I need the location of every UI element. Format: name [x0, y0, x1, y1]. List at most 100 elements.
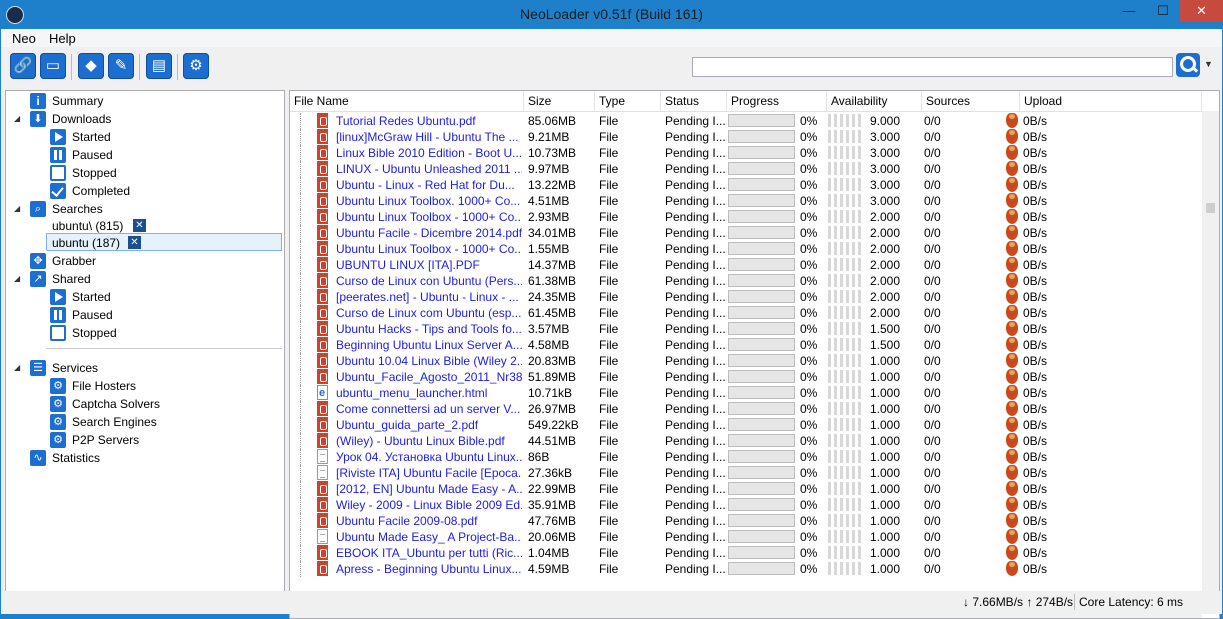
availability-bar — [846, 130, 849, 143]
table-row[interactable]: Ubuntu Made Easy_ A Project-Ba... 20.06MB… — [290, 529, 1202, 545]
tree-item-shared[interactable]: ◢ ↗ Shared — [6, 270, 282, 288]
tree-item-shared-stopped[interactable]: Stopped — [6, 324, 282, 342]
maximize-button[interactable]: ☐ — [1146, 0, 1180, 22]
search-dropdown-icon[interactable]: ▼ — [1204, 59, 1213, 69]
broom-icon[interactable]: ✎ — [108, 53, 134, 79]
table-row[interactable]: Come connettersi ad un server V... 26.97M… — [290, 401, 1202, 417]
availability-bar — [828, 418, 831, 431]
collapse-icon[interactable]: ◢ — [14, 270, 24, 288]
collapse-icon[interactable]: ◢ — [14, 200, 24, 218]
scroll-thumb[interactable] — [1206, 203, 1215, 213]
column-header-file-name[interactable]: File Name — [290, 91, 524, 111]
table-row[interactable]: Ubuntu_guida_parte_2.pdf 549.22kB File Pend… — [290, 417, 1202, 433]
table-row[interactable]: ubuntu_menu_launcher.html 10.71kB File Pend… — [290, 385, 1202, 401]
table-row[interactable]: Ubuntu Facile 2009-08.pdf 47.76MB File Pend… — [290, 513, 1202, 529]
table-row[interactable]: Curso de Linux con Ubuntu (Pers... 61.38M… — [290, 273, 1202, 289]
tree-item-captcha-solvers[interactable]: ⚙ Captcha Solvers — [6, 395, 282, 413]
table-row[interactable]: Wiley - 2009 - Linux Bible 2009 Ed... 35.… — [290, 497, 1202, 513]
table-row[interactable]: Linux Bible 2010 Edition - Boot U... 10.7… — [290, 145, 1202, 161]
window-icon[interactable]: ▭ — [40, 53, 66, 79]
tree-item-searches[interactable]: ◢ ⌕ Searches — [6, 200, 282, 218]
table-row[interactable]: Ubuntu Linux Toolbox. 1000+ Co... 4.51MB F… — [290, 193, 1202, 209]
dropbox-icon[interactable]: ◆ — [78, 53, 104, 79]
table-row[interactable]: Apress - Beginning Ubuntu Linux... 4.59MB… — [290, 561, 1202, 577]
progress-cell — [728, 305, 796, 321]
table-row[interactable]: Ubuntu_Facile_Agosto_2011_Nr38... 51.89MB… — [290, 369, 1202, 385]
browser-icon[interactable]: ▤ — [146, 53, 172, 79]
table-row[interactable]: EBOOK ITA_Ubuntu per tutti (Ric... 1.04MB… — [290, 545, 1202, 561]
close-icon[interactable]: ✕ — [133, 219, 146, 232]
table-row[interactable]: LINUX - Ubuntu Unleashed 2011 ... 9.97MB F… — [290, 161, 1202, 177]
table-row[interactable]: Ubuntu Hacks - Tips and Tools fo... 3.57M… — [290, 321, 1202, 337]
minimize-button[interactable]: — — [1112, 0, 1146, 22]
collapse-icon[interactable]: ◢ — [14, 110, 24, 128]
table-row[interactable]: Ubuntu Linux Toolbox - 1000+ Co... 2.93MB… — [290, 209, 1202, 225]
column-header-availability[interactable]: Availability — [827, 91, 922, 111]
table-row[interactable]: (Wiley) - Ubuntu Linux Bible.pdf 44.51MB F… — [290, 433, 1202, 449]
progress-percent: 0% — [800, 146, 818, 160]
tree-item-services[interactable]: ◢ ☰ Services — [6, 359, 282, 377]
tree-item-shared-paused[interactable]: Paused — [6, 306, 282, 324]
vertical-scrollbar[interactable] — [1202, 111, 1219, 600]
availability-bar — [846, 114, 849, 127]
availability-bar — [852, 546, 855, 559]
close-button[interactable]: ✕ — [1180, 0, 1223, 22]
table-row[interactable]: [Riviste ITA] Ubuntu Facile [Epoca... 27.… — [290, 465, 1202, 481]
table-row[interactable]: [2012, EN] Ubuntu Made Easy - A... 22.99M… — [290, 481, 1202, 497]
availability-value: 1.000 — [870, 514, 901, 528]
table-row[interactable]: Curso de Linux com Ubuntu (esp... 61.45MB… — [290, 305, 1202, 321]
status-cell: Pending I... — [665, 434, 725, 448]
table-row[interactable]: Ubuntu - Linux - Red Hat for Du... 13.22M… — [290, 177, 1202, 193]
table-row[interactable]: Ubuntu Facile - Dicembre 2014.pdf 34.01MB… — [290, 225, 1202, 241]
tree-item-downloads-completed[interactable]: Completed — [6, 182, 282, 200]
availability-bar — [834, 466, 837, 479]
column-header-upload[interactable]: Upload — [1020, 91, 1202, 111]
tree-item-search-engines[interactable]: ⚙ Search Engines — [6, 413, 282, 431]
tree-item-statistics[interactable]: ∿ Statistics — [6, 449, 282, 467]
column-header-type[interactable]: Type — [595, 91, 661, 111]
table-row[interactable]: [peerates.net] - Ubuntu - Linux - ... 24.… — [290, 289, 1202, 305]
column-header-sources[interactable]: Sources — [922, 91, 1020, 111]
table-row[interactable]: Tutorial Redes Ubuntu.pdf 85.06MB File Pend… — [290, 113, 1202, 129]
table-row[interactable]: Ubuntu 10.04 Linux Bible (Wiley 2... 20.8… — [290, 353, 1202, 369]
tree-item-shared-started[interactable]: Started — [6, 288, 282, 306]
table-row[interactable]: Ubuntu Linux Toolbox - 1000+ Co... 1.55MB… — [290, 241, 1202, 257]
menu-help[interactable]: Help — [49, 31, 76, 46]
tree-item-search-result[interactable]: ubuntu (187) ✕ — [6, 234, 282, 252]
progress-bar — [728, 322, 795, 335]
search-input[interactable] — [692, 57, 1173, 77]
close-icon[interactable]: ✕ — [128, 236, 141, 249]
tree-item-downloads-started[interactable]: Started — [6, 128, 282, 146]
table-row[interactable]: UBUNTU LINUX [ITA].PDF 14.37MB File Pending… — [290, 257, 1202, 273]
status-cell: Pending I... — [665, 562, 725, 576]
tree-item-downloads-stopped[interactable]: Stopped — [6, 164, 282, 182]
tree-item-grabber[interactable]: ✥ Grabber — [6, 252, 282, 270]
upload-speed-cell: 0B/s — [1023, 146, 1048, 160]
progress-bar — [728, 354, 795, 367]
tree-item-file-hosters[interactable]: ⚙ File Hosters — [6, 377, 282, 395]
collapse-icon[interactable]: ◢ — [14, 359, 24, 377]
sources-cell: 0/0 — [924, 146, 941, 160]
column-header-size[interactable]: Size — [524, 91, 595, 111]
availability-value: 1.000 — [870, 530, 901, 544]
tree-item-summary[interactable]: Summary — [6, 92, 282, 110]
gears-icon[interactable]: ⚙ — [183, 53, 209, 79]
upload-cell-icon — [1006, 129, 1020, 145]
tree-item-downloads[interactable]: ◢ ⬇ Downloads — [6, 110, 282, 128]
tree-item-downloads-paused[interactable]: Paused — [6, 146, 282, 164]
availability-bar — [846, 562, 849, 575]
table-row[interactable]: Beginning Ubuntu Linux Server A... 4.58MB… — [290, 337, 1202, 353]
document-file-icon — [317, 529, 328, 544]
tree-item-p2p-servers[interactable]: ⚙ P2P Servers — [6, 431, 282, 449]
column-header-progress[interactable]: Progress — [727, 91, 827, 111]
tree-line — [300, 529, 315, 545]
link-icon[interactable]: 🔗 — [10, 53, 36, 79]
availability-graph — [828, 209, 868, 225]
menu-neo[interactable]: Neo — [12, 31, 36, 46]
table-row[interactable]: [linux]McGraw Hill - Ubuntu The ... 9.21M… — [290, 129, 1202, 145]
table-row[interactable]: Урок 04. Установка Ubuntu Linux... 86B Fil… — [290, 449, 1202, 465]
search-button[interactable] — [1176, 53, 1200, 77]
column-header-status[interactable]: Status — [661, 91, 727, 111]
tree-item-search-result[interactable]: ubuntu\ (815) ✕ — [6, 217, 282, 235]
html-file-icon — [317, 385, 328, 401]
